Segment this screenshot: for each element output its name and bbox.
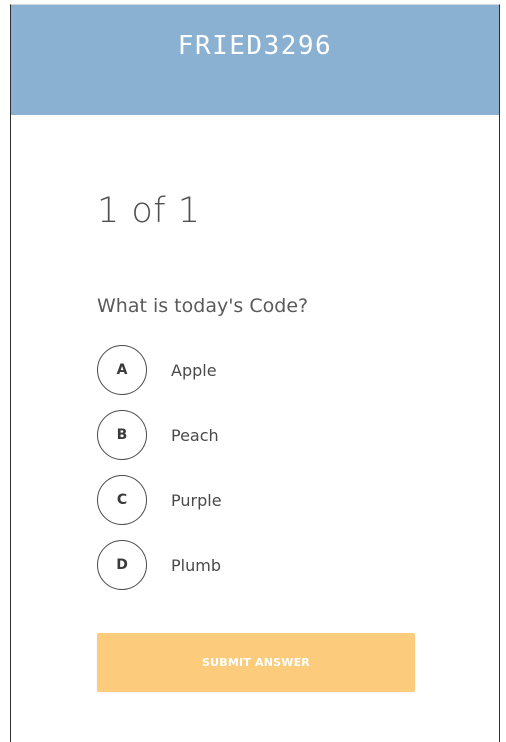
option-d-label: Plumb bbox=[171, 555, 221, 575]
option-d-letter-circle[interactable]: D bbox=[97, 540, 147, 590]
question-text: What is today's Code? bbox=[97, 295, 309, 317]
submit-answer-button[interactable]: SUBMIT ANSWER bbox=[97, 633, 415, 692]
header-bar: FRIED3296 bbox=[11, 5, 499, 115]
option-b-letter-circle[interactable]: B bbox=[97, 410, 147, 460]
quiz-title: FRIED3296 bbox=[177, 31, 333, 61]
question-counter: 1 of 1 bbox=[97, 191, 201, 231]
option-b[interactable]: B Peach bbox=[97, 408, 427, 462]
option-b-label: Peach bbox=[171, 425, 219, 445]
option-a-letter-circle[interactable]: A bbox=[97, 345, 147, 395]
option-a[interactable]: A Apple bbox=[97, 343, 427, 397]
option-a-label: Apple bbox=[171, 360, 217, 380]
option-c-label: Purple bbox=[171, 490, 222, 510]
option-c-letter-circle[interactable]: C bbox=[97, 475, 147, 525]
quiz-window: FRIED3296 1 of 1 What is today's Code? A… bbox=[10, 4, 500, 742]
answer-options: A Apple B Peach C Purple D Plumb bbox=[97, 343, 427, 603]
option-d[interactable]: D Plumb bbox=[97, 538, 427, 592]
option-c[interactable]: C Purple bbox=[97, 473, 427, 527]
